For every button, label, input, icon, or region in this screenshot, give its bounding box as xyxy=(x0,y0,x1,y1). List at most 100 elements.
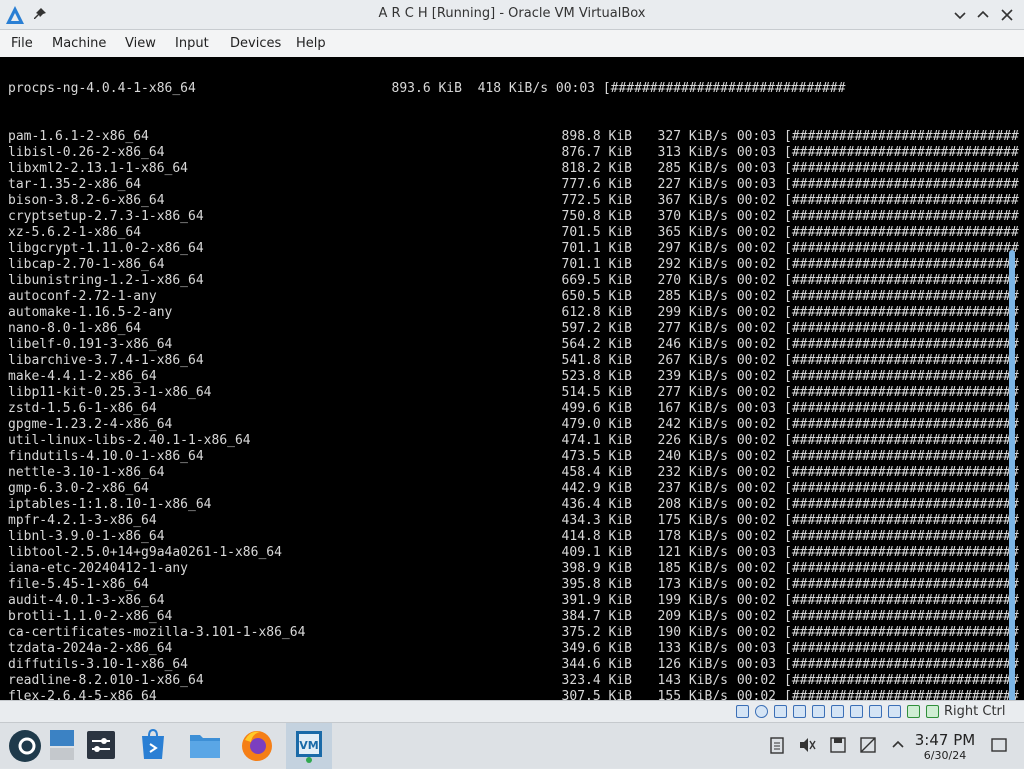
download-progress-bar: [############################# xyxy=(784,369,1019,384)
download-progress-bar: [############################# xyxy=(784,641,1019,656)
elapsed-time: 00:02 xyxy=(736,369,776,384)
file-manager-icon[interactable] xyxy=(186,726,224,764)
window-titlebar[interactable]: A R C H [Running] - Oracle VM VirtualBox xyxy=(0,0,1024,30)
download-progress-bar: [############################# xyxy=(784,305,1019,320)
download-progress-bar: [############################# xyxy=(784,433,1019,448)
maximize-icon[interactable] xyxy=(973,5,993,25)
package-name: diffutils-3.10-1-x86_64 xyxy=(8,657,189,672)
download-line: gpgme-1.23.2-4-x86_64 479.0 KiB 242 KiB/s 0… xyxy=(8,417,1019,433)
expand-tray-icon[interactable] xyxy=(889,736,907,754)
package-name: gmp-6.3.0-2-x86_64 xyxy=(8,481,149,496)
download-rate: 199 KiB/s xyxy=(657,593,728,608)
clock[interactable]: 3:47 PM 6/30/24 xyxy=(914,732,976,763)
elapsed-time: 00:03 xyxy=(736,641,776,656)
download-line: libcap-2.70-1-x86_64 701.1 KiB 292 KiB/s 00… xyxy=(8,257,1019,273)
taskbar: VM 3:47 PM 6/30/24 xyxy=(0,722,1024,769)
mouse-integration-icon[interactable] xyxy=(926,705,939,718)
download-rate: 297 KiB/s xyxy=(657,241,728,256)
download-line: util-linux-libs-2.40.1-1-x86_64 474.1 KiB… xyxy=(8,433,1019,449)
close-icon[interactable] xyxy=(997,5,1017,25)
vertical-scrollbar[interactable] xyxy=(1009,250,1015,700)
download-rate: 270 KiB/s xyxy=(657,273,728,288)
download-line: cryptsetup-2.7.3-1-x86_64 750.8 KiB 370 Ki… xyxy=(8,209,1019,225)
minimize-icon[interactable] xyxy=(950,5,970,25)
package-name: libelf-0.191-3-x86_64 xyxy=(8,337,173,352)
menu-help[interactable]: Help xyxy=(296,36,326,51)
optical-drive-icon[interactable] xyxy=(755,705,768,718)
download-rate: 277 KiB/s xyxy=(657,321,728,336)
package-size: 323.4 KiB xyxy=(561,673,632,688)
download-rate: 285 KiB/s xyxy=(657,289,728,304)
download-rate: 370 KiB/s xyxy=(657,209,728,224)
download-progress-bar: [############################# xyxy=(784,625,1019,640)
pager-icon[interactable] xyxy=(44,726,82,764)
download-line: libunistring-1.2-1-x86_64 669.5 KiB 270 Ki… xyxy=(8,273,1019,289)
package-name: libgcrypt-1.11.0-2-x86_64 xyxy=(8,241,204,256)
usb-icon[interactable] xyxy=(812,705,825,718)
package-name: automake-1.16.5-2-any xyxy=(8,305,173,320)
download-rate: 299 KiB/s xyxy=(657,305,728,320)
package-size: 474.1 KiB xyxy=(561,433,632,448)
hard-disk-icon[interactable] xyxy=(736,705,749,718)
vm-display-terminal[interactable]: procps-ng-4.0.4-1-x86_64 893.6 KiB 418 K… xyxy=(0,57,1024,700)
clipboard-icon[interactable] xyxy=(768,736,786,754)
download-progress-bar: [############################# xyxy=(784,449,1019,464)
discover-icon[interactable] xyxy=(134,726,172,764)
menu-devices[interactable]: Devices xyxy=(230,36,281,51)
download-line: libxml2-2.13.1-1-x86_64 818.2 KiB 285 KiB/… xyxy=(8,161,1019,177)
download-progress-bar: [############################# xyxy=(784,177,1019,192)
elapsed-time: 00:02 xyxy=(736,513,776,528)
show-desktop-icon[interactable] xyxy=(990,736,1008,754)
download-line: findutils-4.10.0-1-x86_64 473.5 KiB 240 Ki… xyxy=(8,449,1019,465)
package-name: bison-3.8.2-6-x86_64 xyxy=(8,193,165,208)
download-line: libarchive-3.7.4-1-x86_64 541.8 KiB 267 Ki… xyxy=(8,353,1019,369)
volume-muted-icon[interactable] xyxy=(798,736,816,754)
download-progress-bar: [############################# xyxy=(784,161,1019,176)
cpu-icon[interactable] xyxy=(888,705,901,718)
package-size: 442.9 KiB xyxy=(561,481,632,496)
menu-input[interactable]: Input xyxy=(175,36,209,51)
download-progress-bar: [############################# xyxy=(784,353,1019,368)
elapsed-time: 00:03 xyxy=(736,177,776,192)
download-progress-bar: [############################# xyxy=(784,465,1019,480)
menu-file[interactable]: File xyxy=(11,36,33,51)
network-icon[interactable] xyxy=(793,705,806,718)
elapsed-time: 00:02 xyxy=(736,353,776,368)
package-size: 701.5 KiB xyxy=(561,225,632,240)
guest-additions-icon[interactable] xyxy=(907,705,920,718)
elapsed-time: 00:03 xyxy=(736,161,776,176)
download-line: make-4.4.1-2-x86_64 523.8 KiB 239 KiB/s 00:… xyxy=(8,369,1019,385)
package-size: 458.4 KiB xyxy=(561,465,632,480)
package-name: tar-1.35-2-x86_64 xyxy=(8,177,142,192)
package-name: libnl-3.9.0-1-x86_64 xyxy=(8,529,165,544)
host-key-label[interactable]: Right Ctrl xyxy=(944,704,1006,719)
display-icon[interactable] xyxy=(850,705,863,718)
audio-icon[interactable] xyxy=(774,705,787,718)
elapsed-time: 00:02 xyxy=(736,209,776,224)
opensuse-launcher-icon[interactable] xyxy=(6,726,44,764)
download-line: tzdata-2024a-2-x86_64 349.6 KiB 133 KiB/s 0… xyxy=(8,641,1019,657)
package-name: libtool-2.5.0+14+g9a4a0261-1-x86_64 xyxy=(8,545,282,560)
download-progress-bar: [############################# xyxy=(784,577,1019,592)
package-size: 391.9 KiB xyxy=(561,593,632,608)
package-name: flex-2.6.4-5-x86_64 xyxy=(8,689,157,700)
virtualbox-icon[interactable]: VM xyxy=(290,726,328,764)
window-title: A R C H [Running] - Oracle VM VirtualBox xyxy=(378,6,646,21)
elapsed-time: 00:02 xyxy=(736,241,776,256)
download-progress-bar: [############################# xyxy=(784,193,1019,208)
package-name: util-linux-libs-2.40.1-1-x86_64 xyxy=(8,433,251,448)
recording-icon[interactable] xyxy=(869,705,882,718)
settings-icon[interactable] xyxy=(82,726,120,764)
download-line: iptables-1:1.8.10-1-x86_64 436.4 KiB 208 K… xyxy=(8,497,1019,513)
menu-view[interactable]: View xyxy=(125,36,156,51)
network-disconnected-icon[interactable] xyxy=(859,736,877,754)
download-rate: 242 KiB/s xyxy=(657,417,728,432)
download-progress-bar: [############################# xyxy=(784,529,1019,544)
shared-folders-icon[interactable] xyxy=(831,705,844,718)
menu-machine[interactable]: Machine xyxy=(52,36,106,51)
firefox-icon[interactable] xyxy=(238,726,276,764)
download-line: audit-4.0.1-3-x86_64 391.9 KiB 199 KiB/s 00… xyxy=(8,593,1019,609)
storage-icon[interactable] xyxy=(829,736,847,754)
package-size: 818.2 KiB xyxy=(561,161,632,176)
package-size: 898.8 KiB xyxy=(561,129,632,144)
